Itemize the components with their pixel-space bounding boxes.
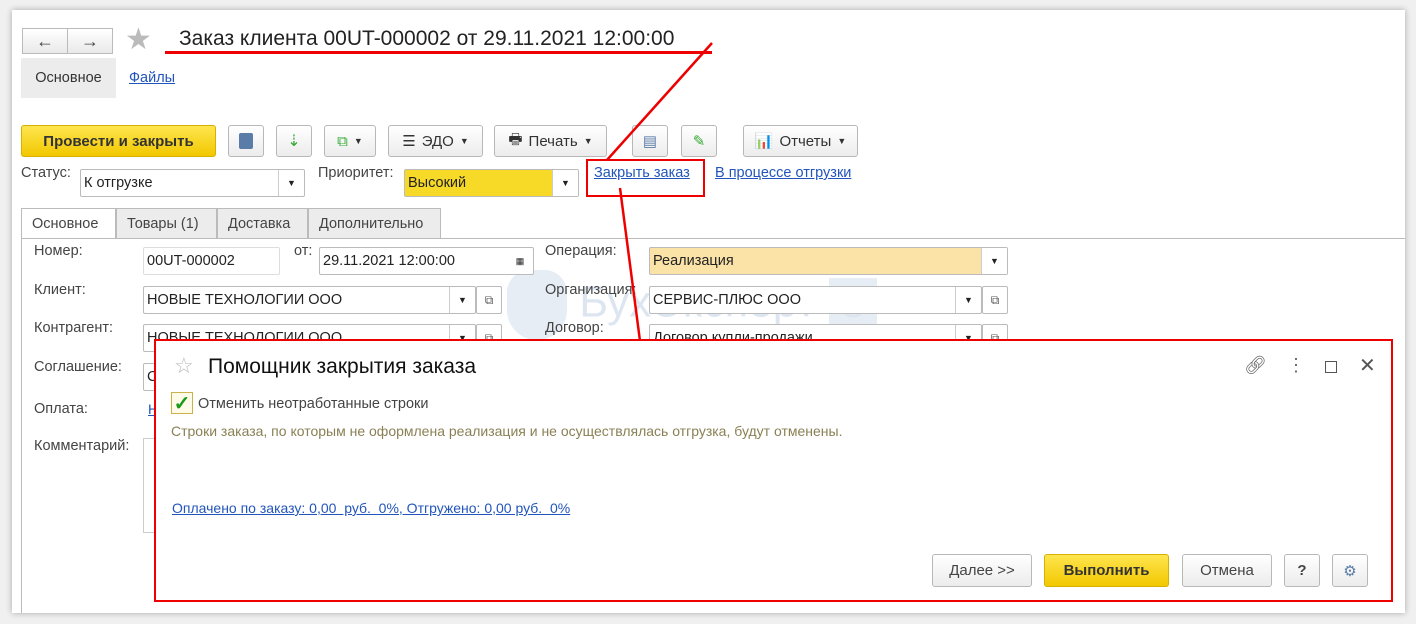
payment-shipping-summary-link[interactable]: Оплачено по заказу: 0,00 руб. 0%, Отгруж… (172, 500, 570, 516)
checkbox-label: Отменить неотработанные строки (198, 396, 429, 412)
more-icon[interactable]: ⋮ (1287, 355, 1305, 376)
annotation-line (618, 187, 642, 342)
hint-text: Строки заказа, по которым не оформлена р… (171, 423, 843, 439)
settings-button[interactable]: ⚙ (1332, 554, 1368, 587)
maximize-icon[interactable] (1325, 361, 1337, 373)
close-icon[interactable]: ✕ (1359, 353, 1376, 378)
close-order-assistant-dialog: ☆ Помощник закрытия заказа 🔗︎ ⋮ ✕ ✓ Отме… (154, 339, 1393, 602)
next-button[interactable]: Далее >> (932, 554, 1032, 587)
dialog-title: Помощник закрытия заказа (208, 355, 477, 378)
favorite-star-icon[interactable]: ☆ (174, 353, 194, 379)
cancel-button[interactable]: Отмена (1182, 554, 1272, 587)
link-icon[interactable]: 🔗︎ (1244, 355, 1267, 376)
execute-button[interactable]: Выполнить (1044, 554, 1169, 587)
cancel-rows-checkbox[interactable]: ✓ (171, 392, 193, 415)
help-button[interactable]: ? (1284, 554, 1320, 587)
annotation-line (606, 42, 713, 161)
settings-icon: ⚙ (1343, 562, 1357, 580)
